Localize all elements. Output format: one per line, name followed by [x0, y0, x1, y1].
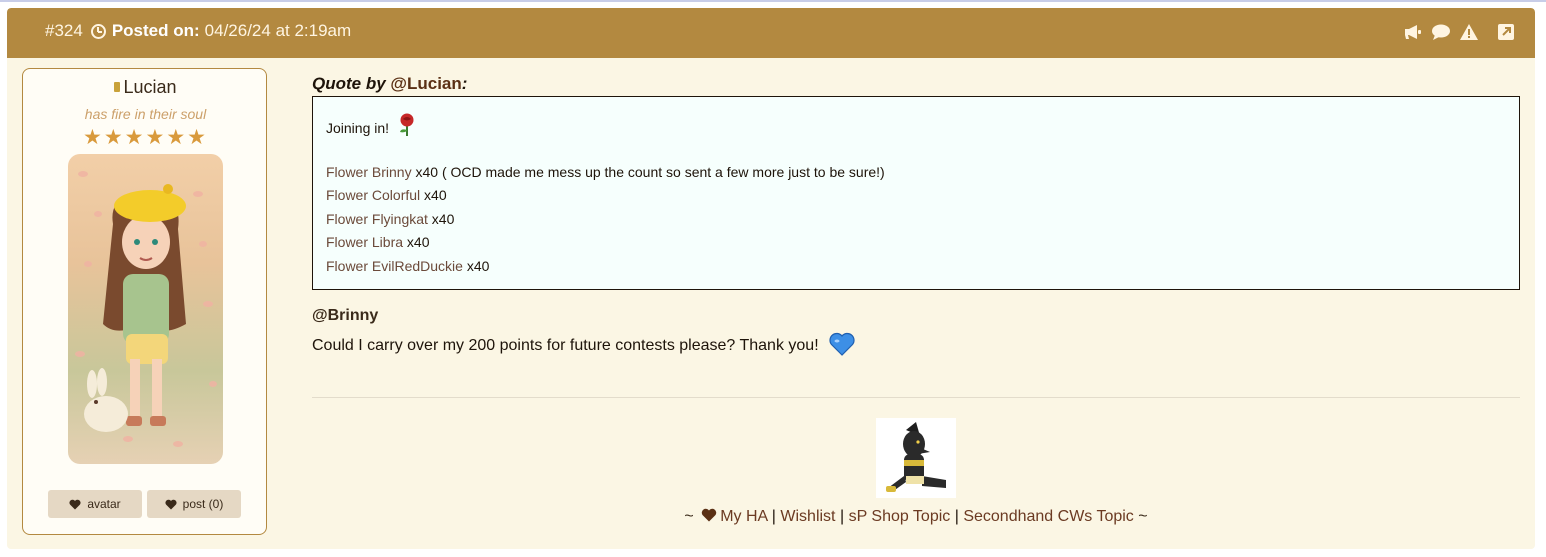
quote-line: Flower Flyingkat x40: [326, 211, 454, 227]
star-icon: ★: [145, 126, 165, 149]
author-title: has fire in their soul: [84, 106, 207, 122]
heart-icon: [702, 508, 717, 522]
author-avatar: [68, 154, 223, 464]
posted-on-label: Posted on:: [111, 21, 200, 40]
wishlist-link[interactable]: Wishlist: [780, 508, 835, 525]
star-icon: ★: [124, 126, 144, 149]
star-icon: ★: [103, 126, 123, 149]
quote-header: Quote by @Lucian:: [312, 74, 467, 94]
clock-icon: [90, 23, 106, 39]
user-badge-icon: [114, 82, 121, 92]
reply-text: Could I carry over my 200 points for fut…: [312, 337, 819, 354]
reply-mention[interactable]: @Brinny: [312, 307, 378, 325]
like-post-button[interactable]: post (0): [147, 490, 241, 518]
post-header: #324 Posted on: 04/26/24 at 2:19am: [7, 8, 1535, 58]
secondhand-cws-topic-link[interactable]: Secondhand CWs Topic: [963, 508, 1133, 525]
quote-line: Flower EvilRedDuckie x40: [326, 258, 489, 274]
star-icon: ★: [187, 126, 206, 149]
quote-intro-text: Joining in!: [326, 120, 390, 136]
external-link-icon[interactable]: [1497, 23, 1515, 41]
link-separator: |: [839, 508, 845, 525]
quote-line-text: x40: [403, 234, 430, 250]
post-timestamp: 04/26/24 at 2:19am: [204, 21, 352, 40]
quote-line-text: x40: [462, 258, 490, 274]
like-avatar-button[interactable]: avatar: [48, 490, 142, 518]
star-icon: ★: [83, 126, 102, 149]
quote-colon: :: [461, 74, 468, 93]
quote-block: Joining in! Flower Brinny x40 ( OCD made…: [312, 96, 1520, 290]
quote-user-link[interactable]: Flower EvilRedDuckie: [326, 258, 463, 274]
warning-icon[interactable]: [1459, 23, 1479, 41]
like-post-label: post (0): [182, 497, 224, 511]
quote-user-link[interactable]: Flower Libra: [326, 234, 403, 250]
megaphone-icon[interactable]: [1403, 24, 1423, 40]
heart-icon: [165, 499, 177, 509]
quote-line: Flower Libra x40: [326, 234, 430, 250]
quote-line: Flower Colorful x40: [326, 187, 447, 203]
link-separator: |: [771, 508, 776, 525]
author-rank-stars: ★ ★ ★ ★ ★ ★: [83, 127, 206, 149]
reply-text-row: Could I carry over my 200 points for fut…: [312, 332, 855, 356]
signature-image: [876, 418, 956, 498]
link-separator: |: [954, 508, 959, 525]
quote-user-link[interactable]: Flower Brinny: [326, 164, 412, 180]
blue-heart-emoji-icon: [829, 332, 855, 356]
quote-user-link[interactable]: Flower Flyingkat: [326, 211, 428, 227]
post-number-link[interactable]: #324: [45, 20, 83, 42]
signature-tilde-left: ~: [684, 508, 694, 525]
quote-user-link[interactable]: Flower Colorful: [326, 187, 420, 203]
page-top-border: [0, 0, 1546, 2]
quote-line-text: x40 ( OCD made me mess up the count so s…: [411, 164, 885, 180]
quote-author-mention[interactable]: @Lucian: [390, 74, 461, 93]
quote-line-text: x40: [427, 211, 455, 227]
star-icon: ★: [166, 126, 186, 149]
heart-icon: [69, 499, 81, 509]
rose-emoji-icon: [399, 113, 414, 136]
forum-post: #324 Posted on: 04/26/24 at 2:19am Lucia…: [7, 8, 1535, 549]
signature-divider: [312, 397, 1520, 398]
like-avatar-label: avatar: [87, 497, 121, 511]
quote-intro: Joining in!: [326, 113, 417, 137]
signature-links: ~ My HA | Wishlist | sP Shop Topic | Sec…: [312, 508, 1520, 526]
author-sidebar: Lucian has fire in their soul ★ ★ ★ ★ ★ …: [22, 68, 267, 535]
sp-shop-topic-link[interactable]: sP Shop Topic: [849, 508, 951, 525]
quote-line: Flower Brinny x40 ( OCD made me mess up …: [326, 164, 885, 180]
speech-bubble-icon[interactable]: [1431, 24, 1451, 41]
signature-tilde-right: ~: [1138, 508, 1148, 525]
my-ha-link[interactable]: My HA: [720, 508, 767, 525]
quote-line-text: x40: [420, 187, 447, 203]
author-name-row: Lucian: [23, 77, 268, 98]
quote-by-label: Quote by: [312, 74, 386, 93]
author-name-link[interactable]: Lucian: [123, 77, 176, 97]
